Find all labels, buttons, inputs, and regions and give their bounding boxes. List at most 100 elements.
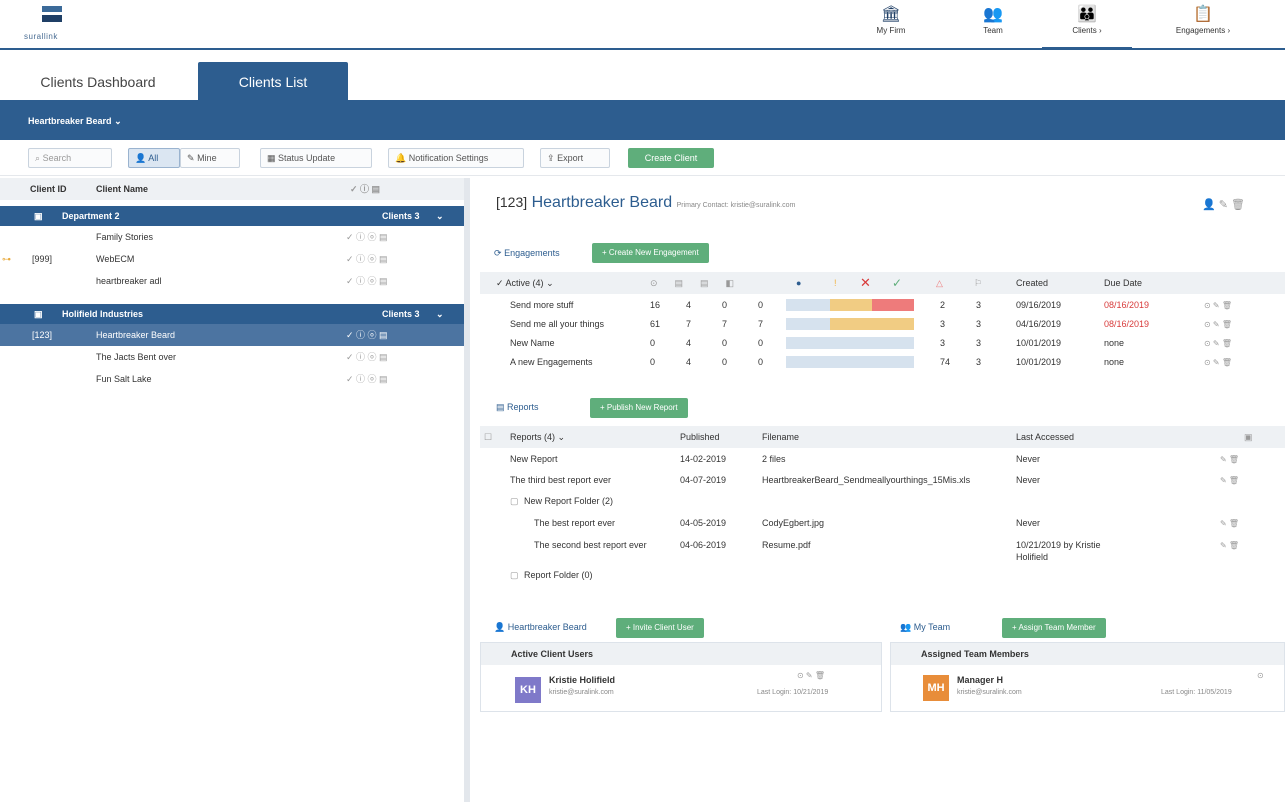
folder-icon: ▣ <box>34 211 43 221</box>
row-action-icons[interactable]: ✎ 🗑 <box>1220 514 1239 533</box>
tab-clients-dashboard[interactable]: Clients Dashboard <box>18 62 178 102</box>
engagement-n1: 3 <box>940 319 946 329</box>
client-title: [123] Heartbreaker Beard Primary Contact… <box>496 194 795 212</box>
client-selector[interactable]: Heartbreaker Beard ⌄ <box>0 100 1285 140</box>
team-section-title: 👥 My Team <box>900 622 950 633</box>
row-action-icons[interactable]: ✎ 🗑 <box>1220 536 1239 555</box>
chevron-down-icon: ⌄ <box>436 211 444 221</box>
client-list-pane: Client ID Client Name ✓ ⓘ ▤ ▣ Department… <box>0 178 470 802</box>
group-holifield-industries[interactable]: ▣ Holifield Industries Clients 3 ⌄ <box>0 304 464 324</box>
status-update-button[interactable]: ▦ Status Update <box>260 148 372 168</box>
row-action-icons[interactable]: ✎ 🗑 <box>1220 450 1239 469</box>
row-action-icons[interactable]: ✎ 🗑 <box>1220 471 1239 490</box>
client-name: Fun Salt Lake <box>96 374 152 384</box>
report-row[interactable]: The best report ever 04-05-2019 CodyEgbert… <box>480 514 1285 533</box>
assign-team-member-button[interactable]: + Assign Team Member <box>1002 618 1106 638</box>
report-filename: HeartbreakerBeard_Sendmeallyourthings_15… <box>762 475 971 485</box>
row-action-icons[interactable]: ⊙ ✎ 🗑 <box>1204 315 1232 334</box>
column-client-id: Client ID <box>30 184 67 194</box>
client-row-selected[interactable]: [123] Heartbreaker Beard ✓ ⓘ ⓞ ▤ <box>0 324 464 346</box>
user-icon[interactable]: 👤 <box>1202 199 1216 211</box>
filter-mine-button[interactable]: ✎ Mine <box>180 148 240 168</box>
engagement-row[interactable]: New Name 0 4 0 0 3 3 10/01/2019 none ⊙ ✎ 🗑 <box>480 334 1285 353</box>
report-row[interactable]: The third best report ever 04-07-2019 Hear… <box>480 471 1285 490</box>
progress-bar <box>786 337 914 349</box>
new-folder-icon[interactable]: ▣ <box>1244 426 1253 448</box>
user-actions[interactable]: ⊙ ✎ 🗑 <box>797 671 825 680</box>
avatar: KH <box>515 677 541 703</box>
user-icon: 👤 <box>135 153 147 163</box>
nav-team[interactable]: 👥 Team <box>968 4 1018 35</box>
engagements-title: Engagements <box>504 248 560 258</box>
nav-engagements[interactable]: 📋 Engagements › <box>1158 4 1248 35</box>
mine-label: Mine <box>197 153 217 163</box>
invite-client-user-button[interactable]: + Invite Client User <box>616 618 704 638</box>
filter-all-button[interactable]: 👤 All <box>128 148 180 168</box>
create-engagement-button[interactable]: + Create New Engagement <box>592 243 709 263</box>
folder-icon: ▢ <box>510 570 519 580</box>
row-action-icons[interactable]: ✓ ⓘ ⓞ ▤ <box>346 270 388 292</box>
client-row[interactable]: Fun Salt Lake ✓ ⓘ ⓞ ▤ <box>0 368 464 390</box>
report-row[interactable]: The second best report ever 04-06-2019 Res… <box>480 536 1285 566</box>
chevron-down-icon: ⌄ <box>114 116 122 126</box>
tab-clients-list[interactable]: Clients List <box>198 62 348 102</box>
search-input[interactable]: ⌕ Search <box>28 148 112 168</box>
report-folder-row[interactable]: ▢ Report Folder (0) <box>480 566 1285 585</box>
group-department-2[interactable]: ▣ Department 2 Clients 3 ⌄ <box>0 206 464 226</box>
trash-icon[interactable]: 🗑 <box>1231 199 1245 211</box>
engagement-due: 08/16/2019 <box>1104 300 1150 310</box>
reports-filter[interactable]: Reports (4) ⌄ <box>510 426 565 448</box>
engagement-due: none <box>1104 338 1125 348</box>
engagement-c3: 0 <box>722 300 728 310</box>
progress-bar <box>786 318 914 330</box>
export-icon: ⇪ <box>547 153 555 163</box>
row-action-icons[interactable]: ✓ ⓘ ⓞ ▤ <box>346 226 388 248</box>
client-row[interactable]: Family Stories ✓ ⓘ ⓞ ▤ <box>0 226 464 248</box>
client-row[interactable]: heartbreaker adl ✓ ⓘ ⓞ ▤ <box>0 270 464 292</box>
client-detail-id: [123] <box>496 194 528 210</box>
brand-name: surallink <box>24 32 58 41</box>
logo[interactable]: surallink <box>24 6 94 41</box>
engagement-c1: 61 <box>650 319 661 329</box>
client-row[interactable]: ⊶ [999] WebECM ✓ ⓘ ⓞ ▤ <box>0 248 464 270</box>
engagement-c1: 0 <box>650 338 656 348</box>
row-action-icons[interactable]: ✓ ⓘ ⓞ ▤ <box>346 248 388 270</box>
progress-pending <box>829 318 914 330</box>
edit-icon[interactable]: ✎ <box>1219 199 1228 211</box>
engagement-row[interactable]: A new Engagements 0 4 0 0 74 3 10/01/2019 none ⊙ … <box>480 353 1285 372</box>
user-icon: 👤 <box>494 622 506 632</box>
client-name: The Jacts Bent over <box>96 352 177 362</box>
remove-icon[interactable]: ⊙ <box>1257 671 1264 680</box>
row-action-icons[interactable]: ⊙ ✎ 🗑 <box>1204 334 1232 353</box>
report-published: 04-07-2019 <box>680 475 727 485</box>
column-created: Created <box>1016 278 1049 288</box>
row-action-icons[interactable]: ✓ ⓘ ⓞ ▤ <box>346 346 388 368</box>
search-icon: ⌕ <box>35 153 41 163</box>
row-action-icons[interactable]: ✓ ⓘ ⓞ ▤ <box>346 324 388 346</box>
row-action-icons[interactable]: ⊙ ✎ 🗑 <box>1204 296 1232 315</box>
report-filename: Resume.pdf <box>762 540 811 550</box>
report-row[interactable]: New Report 14-02-2019 2 files Never ✎ 🗑 <box>480 450 1285 469</box>
select-all-checkbox[interactable]: ☐ <box>484 426 492 448</box>
detail-actions[interactable]: 👤 ✎ 🗑 <box>1202 198 1245 211</box>
publish-report-button[interactable]: + Publish New Report <box>590 398 688 418</box>
report-folder-row[interactable]: ▢ New Report Folder (2) <box>480 492 1285 511</box>
report-name: The third best report ever <box>510 475 612 485</box>
export-button[interactable]: ⇪ Export <box>540 148 610 168</box>
row-action-icons[interactable]: ✓ ⓘ ⓞ ▤ <box>346 368 388 390</box>
create-client-button[interactable]: Create Client <box>628 148 714 168</box>
row-action-icons[interactable]: ⊙ ✎ 🗑 <box>1204 353 1232 372</box>
engagements-section-title: ⟳ Engagements <box>494 248 560 259</box>
progress-bar <box>786 299 914 311</box>
report-name: New Report <box>510 454 558 464</box>
engagement-row[interactable]: Send more stuff 16 4 0 0 2 3 09/16/2019 08/16/20… <box>480 296 1285 315</box>
report-filename: 2 files <box>762 454 786 464</box>
engagement-c3: 7 <box>722 319 728 329</box>
nav-my-firm[interactable]: 🏛 My Firm <box>866 4 916 35</box>
nav-clients[interactable]: 👪 Clients › <box>1042 4 1132 50</box>
engagements-icon: 📋 <box>1193 6 1213 23</box>
client-row[interactable]: The Jacts Bent over ✓ ⓘ ⓞ ▤ <box>0 346 464 368</box>
engagements-filter[interactable]: ✓ Active (4) ⌄ <box>496 272 554 294</box>
engagement-row[interactable]: Send me all your things 61 7 7 7 3 3 04/16/2019… <box>480 315 1285 334</box>
notification-settings-button[interactable]: 🔔 Notification Settings <box>388 148 524 168</box>
